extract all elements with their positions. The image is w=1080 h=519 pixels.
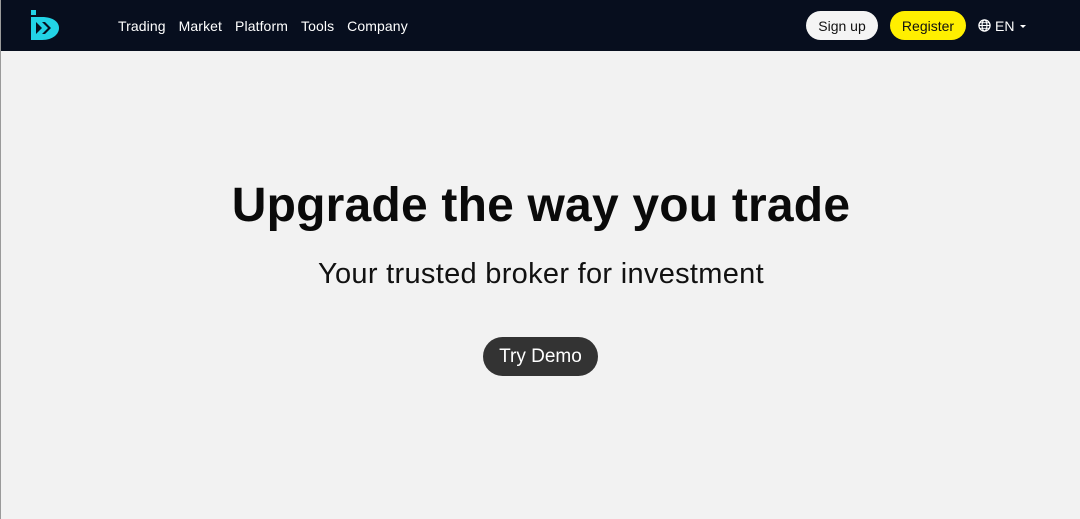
nav-link-company[interactable]: Company	[347, 18, 408, 34]
sign-up-button[interactable]: Sign up	[806, 11, 878, 40]
top-navbar: Trading Market Platform Tools Company Si…	[1, 0, 1080, 51]
main-nav: Trading Market Platform Tools Company	[118, 0, 408, 51]
caret-down-icon	[1018, 21, 1028, 31]
nav-link-market[interactable]: Market	[179, 18, 222, 34]
hero-section: Upgrade the way you trade Your trusted b…	[1, 51, 1080, 519]
globe-icon	[978, 19, 991, 32]
try-demo-button[interactable]: Try Demo	[483, 337, 598, 376]
nav-link-tools[interactable]: Tools	[301, 18, 334, 34]
nav-link-trading[interactable]: Trading	[118, 18, 166, 34]
nav-link-platform[interactable]: Platform	[235, 18, 288, 34]
language-label: EN	[995, 17, 1015, 34]
hero-subtitle: Your trusted broker for investment	[318, 258, 764, 290]
brand-logo-icon[interactable]	[29, 9, 61, 41]
register-button[interactable]: Register	[890, 11, 966, 40]
hero-title: Upgrade the way you trade	[231, 179, 851, 232]
language-selector[interactable]: EN	[978, 0, 1028, 51]
